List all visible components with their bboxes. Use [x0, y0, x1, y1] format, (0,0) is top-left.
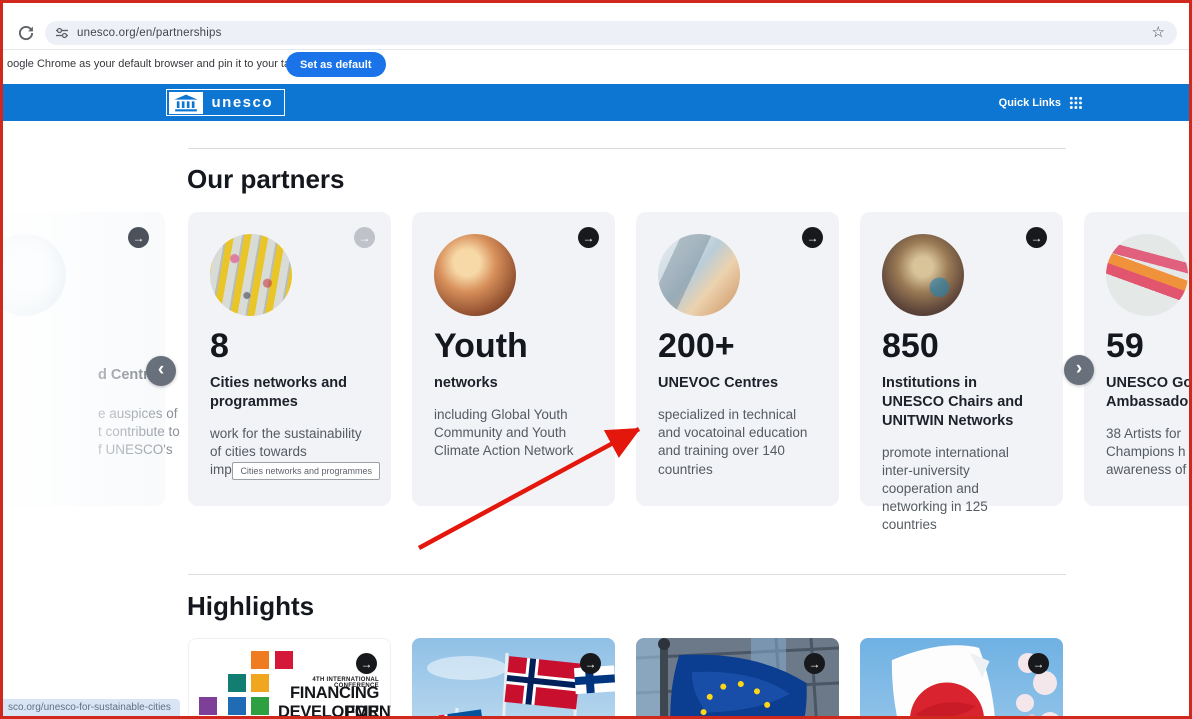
- url-text[interactable]: unesco.org/en/partnerships: [77, 27, 222, 39]
- section-divider: [188, 574, 1066, 575]
- logo-square: [251, 651, 269, 669]
- card-body: including Global Youth Community and You…: [434, 406, 574, 459]
- unesco-temple-icon: [168, 91, 203, 114]
- card-body-fragment: e auspices of: [98, 406, 178, 421]
- card-body-fragment: 38 Artists for: [1106, 425, 1182, 441]
- browser-toolbar: unesco.org/en/partnerships ☆: [3, 6, 1189, 49]
- arrow-icon[interactable]: →: [128, 227, 149, 248]
- partner-card-unevoc[interactable]: → 200+ UNEVOC Centres specialized in tec…: [636, 212, 839, 506]
- reload-icon[interactable]: [17, 24, 35, 42]
- carousel-prev-button[interactable]: ‹: [146, 356, 176, 386]
- default-browser-message: oogle Chrome as your default browser and…: [7, 58, 317, 70]
- card-photo: [3, 234, 66, 316]
- partner-card-partial-left[interactable]: d Centres e auspices of t contribute to …: [3, 212, 180, 506]
- card-body-fragment: t contribute to: [98, 424, 180, 440]
- logo-square: [228, 697, 246, 715]
- arrow-icon[interactable]: →: [354, 227, 375, 248]
- card-body-fragment: f UNESCO's: [98, 442, 173, 458]
- unesco-logo-text: unesco: [211, 94, 274, 111]
- card-body: promote international inter-university c…: [882, 444, 1009, 533]
- logo-square: [275, 651, 293, 669]
- highlight-card-eu[interactable]: →: [636, 638, 839, 716]
- arrow-icon[interactable]: →: [578, 227, 599, 248]
- card-body-fragment: Champions h: [1106, 443, 1186, 459]
- link-preview-statusbar: sco.org/unesco-for-sustainable-cities: [3, 699, 180, 716]
- card-subtitle: Institutions in UNESCO Chairs and UNITWI…: [882, 375, 1023, 429]
- card-number: 850: [882, 327, 939, 365]
- card-body: specialized in technical and vocatoinal …: [658, 406, 808, 477]
- card-number: 8: [210, 327, 229, 365]
- eu-flag-photo: [636, 638, 839, 716]
- url-bar[interactable]: unesco.org/en/partnerships ☆: [45, 21, 1177, 45]
- card-subtitle-fragment: UNESCO Goo: [1106, 375, 1192, 391]
- logo-square: [199, 697, 217, 715]
- conference-title-line2: DEVELOPMENT: [278, 703, 391, 719]
- site-settings-icon[interactable]: [55, 26, 69, 40]
- partner-card-partial-right[interactable]: 59 UNESCO Goo Ambassadors 38 Artists for…: [1084, 212, 1192, 506]
- toolbar-divider: [3, 49, 1189, 50]
- card-subtitle-fragment: Ambassadors: [1106, 393, 1189, 410]
- card-number: Youth: [434, 327, 528, 365]
- arrow-icon[interactable]: →: [580, 653, 601, 674]
- arrow-icon[interactable]: →: [1026, 227, 1047, 248]
- unesco-header: unesco Quick Links: [3, 84, 1189, 121]
- card-number: 59: [1106, 327, 1144, 365]
- card-tag[interactable]: Cities networks and programmes: [232, 462, 380, 480]
- card-body-fragment: awareness of: [1106, 462, 1187, 478]
- logo-square: [228, 674, 246, 692]
- card-photo: [882, 234, 964, 316]
- card-subtitle: UNEVOC Centres: [658, 375, 779, 391]
- arrow-icon[interactable]: →: [804, 653, 825, 674]
- logo-square: [251, 674, 269, 692]
- carousel-next-button[interactable]: ›: [1064, 355, 1094, 385]
- arrow-icon[interactable]: →: [1028, 653, 1049, 674]
- browser-window: unesco.org/en/partnerships ☆ oogle Chrom…: [0, 0, 1192, 719]
- highlight-card-japan[interactable]: →: [860, 638, 1063, 716]
- nordic-flags-photo: [412, 638, 615, 716]
- partner-card-youth[interactable]: → Youth networks including Global Youth …: [412, 212, 615, 506]
- bookmark-star-icon[interactable]: ☆: [1152, 22, 1165, 44]
- card-photo: [434, 234, 516, 316]
- grid-menu-icon: [1069, 96, 1082, 109]
- logo-square: [251, 697, 269, 715]
- card-photo: [210, 234, 292, 316]
- arrow-icon[interactable]: →: [356, 653, 377, 674]
- partner-card-cities[interactable]: → 8 Cities networks and programmes work …: [188, 212, 391, 506]
- set-as-default-button[interactable]: Set as default: [286, 52, 386, 77]
- quick-links-label: Quick Links: [998, 96, 1061, 109]
- quick-links-button[interactable]: Quick Links: [999, 84, 1082, 121]
- card-number: 200+: [658, 327, 735, 365]
- section-divider: [188, 148, 1066, 149]
- card-photo: [658, 234, 740, 316]
- highlight-card-nordic[interactable]: →: [412, 638, 615, 716]
- card-subtitle: networks: [434, 375, 498, 391]
- our-partners-heading: Our partners: [187, 164, 345, 194]
- highlights-heading: Highlights: [187, 591, 315, 621]
- arrow-icon[interactable]: →: [802, 227, 823, 248]
- unesco-logo[interactable]: unesco: [166, 89, 285, 116]
- japan-flag-photo: [860, 638, 1063, 716]
- card-photo: [1106, 234, 1188, 316]
- card-subtitle: Cities networks and programmes: [210, 375, 347, 410]
- highlight-card-financing[interactable]: 4TH INTERNATIONAL CONFERENCE FINANCING F…: [188, 638, 391, 719]
- partner-card-chairs[interactable]: → 850 Institutions in UNESCO Chairs and …: [860, 212, 1063, 532]
